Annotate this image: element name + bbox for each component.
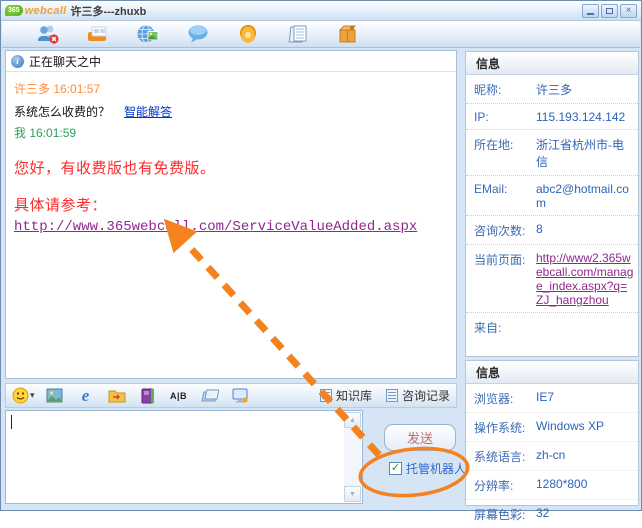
checkmark-icon: ✓ [391,463,400,474]
chat-status-bar: i 正在聊天之中 [6,51,456,72]
agent-name: 我 [14,126,26,140]
chat-records-button[interactable]: 咨询记录 [386,387,450,404]
scroll-up-button[interactable]: ▲ [344,412,361,428]
logo-webcall-text: webcall [25,5,67,17]
close-icon: × [626,6,632,16]
titlebar: 365 webcall 许三多---zhuxb × [1,1,641,21]
remote-desktop-button[interactable] [230,386,252,406]
scroll-down-button[interactable]: ▼ [344,486,361,502]
file-transfer-button[interactable] [106,386,128,406]
info-row-browser: 浏览器: IE7 [466,384,638,413]
visitor-message: 系统怎么收费的？ 智能解答 [14,103,448,120]
current-page-link[interactable]: http://www2.365webcall.com/manage_index.… [536,251,634,307]
info-row-email: EMail: abc2@hotmail.com [466,176,638,216]
chat-bubble-icon[interactable] [185,22,211,46]
voice-chat-icon[interactable] [235,22,261,46]
send-page-button[interactable] [199,386,221,406]
robot-checkbox-row[interactable]: ✓ 托管机器人 [389,460,466,477]
font-button[interactable]: A|B [168,386,190,406]
knowledge-base-button[interactable]: 知识库 [320,387,372,404]
minimize-button[interactable] [582,4,599,18]
visitor-message-text: 系统怎么收费的？ [14,105,110,119]
window-title: 许三多---zhuxb [71,3,147,19]
info-icon: i [11,55,24,68]
emoticon-button[interactable]: ▾ [12,387,35,404]
visitor-info-panel: 信息 昵称: 许三多 IP: 115.193.124.142 所在地: 浙江省杭… [465,51,639,357]
logo-365-badge: 365 [5,5,23,16]
send-webpage-icon[interactable] [135,22,161,46]
service-url-link[interactable]: http://www.365webcall.com/ServiceValueAd… [14,219,417,235]
info-row-language: 系统语言: zh-cn [466,442,638,471]
window-controls: × [582,4,637,18]
chat-messages[interactable]: 许三多 16:01:57 系统怎么收费的？ 智能解答 我 16:01:59 您好，… [6,72,456,241]
knowledge-base-icon [320,389,332,402]
send-page-icon [201,389,219,403]
agent-message-meta: 我 16:01:59 [14,124,448,141]
agent-timestamp: 16:01:59 [29,126,76,140]
info-row-nickname: 昵称: 许三多 [466,75,638,104]
system-info-header: 信息 [466,361,638,384]
robot-checkbox-label: 托管机器人 [406,460,466,477]
main-toolbar [2,21,640,48]
chat-records-doc-icon [386,389,398,402]
chat-records-icon[interactable] [285,22,311,46]
file-transfer-icon [108,388,126,403]
visitor-message-meta: 许三多 16:01:57 [14,80,448,97]
composer-toolbar: ▾ e A|B [5,383,457,408]
chat-records-label: 咨询记录 [402,387,450,404]
contact-card-icon[interactable] [85,22,111,46]
visitor-timestamp: 16:01:57 [53,82,100,96]
chat-status-text: 正在聊天之中 [29,53,101,70]
info-row-referrer: 来自: [466,313,638,341]
ie-browser-icon: e [82,386,90,406]
toolbox-icon[interactable] [335,22,361,46]
webcall-logo: 365 webcall [5,5,67,17]
ie-browser-button[interactable]: e [75,386,97,406]
insert-image-icon [46,388,63,403]
info-row-os: 操作系统: Windows XP [466,413,638,442]
text-caret [11,415,12,429]
visitor-info-header: 信息 [466,52,638,75]
smart-answer-link[interactable]: 智能解答 [124,105,172,119]
close-button[interactable]: × [620,4,637,18]
info-row-location: 所在地: 浙江省杭州市-电信 [466,130,638,176]
message-input[interactable]: ▲ ▼ [5,410,363,504]
agent-reply-line1: 您好，有收费版也有免费版。 [14,157,448,178]
remote-desktop-icon [232,388,249,404]
chat-panel: i 正在聊天之中 许三多 16:01:57 系统怎么收费的？ 智能解答 我 16:… [5,50,457,379]
emoticon-dropdown-caret[interactable]: ▾ [30,390,35,401]
robot-checkbox[interactable]: ✓ [389,462,402,475]
maximize-icon [606,8,613,14]
dictionary-button[interactable] [137,386,159,406]
visitor-name: 许三多 [14,82,50,96]
send-button[interactable]: 发送 [384,424,456,451]
knowledge-base-label: 知识库 [336,387,372,404]
emoticon-icon [12,387,29,404]
font-icon: A|B [170,391,187,401]
info-row-visit-count: 咨询次数: 8 [466,216,638,245]
end-chat-users-icon[interactable] [35,22,61,46]
chat-window: 365 webcall 许三多---zhuxb × [0,0,642,511]
agent-reply-line2: 具体请参考： [14,194,448,215]
info-row-resolution: 分辨率: 1280*800 [466,471,638,500]
minimize-icon [587,13,594,15]
info-row-current-page: 当前页面: http://www2.365webcall.com/manage_… [466,245,638,313]
system-info-panel: 信息 浏览器: IE7 操作系统: Windows XP 系统语言: zh-cn… [465,360,639,506]
info-row-ip: IP: 115.193.124.142 [466,104,638,130]
dictionary-icon [140,388,156,404]
info-row-color-depth: 屏幕色彩: 32 [466,500,638,528]
input-scrollbar[interactable]: ▲ ▼ [344,412,361,502]
maximize-button[interactable] [601,4,618,18]
insert-image-button[interactable] [44,386,66,406]
